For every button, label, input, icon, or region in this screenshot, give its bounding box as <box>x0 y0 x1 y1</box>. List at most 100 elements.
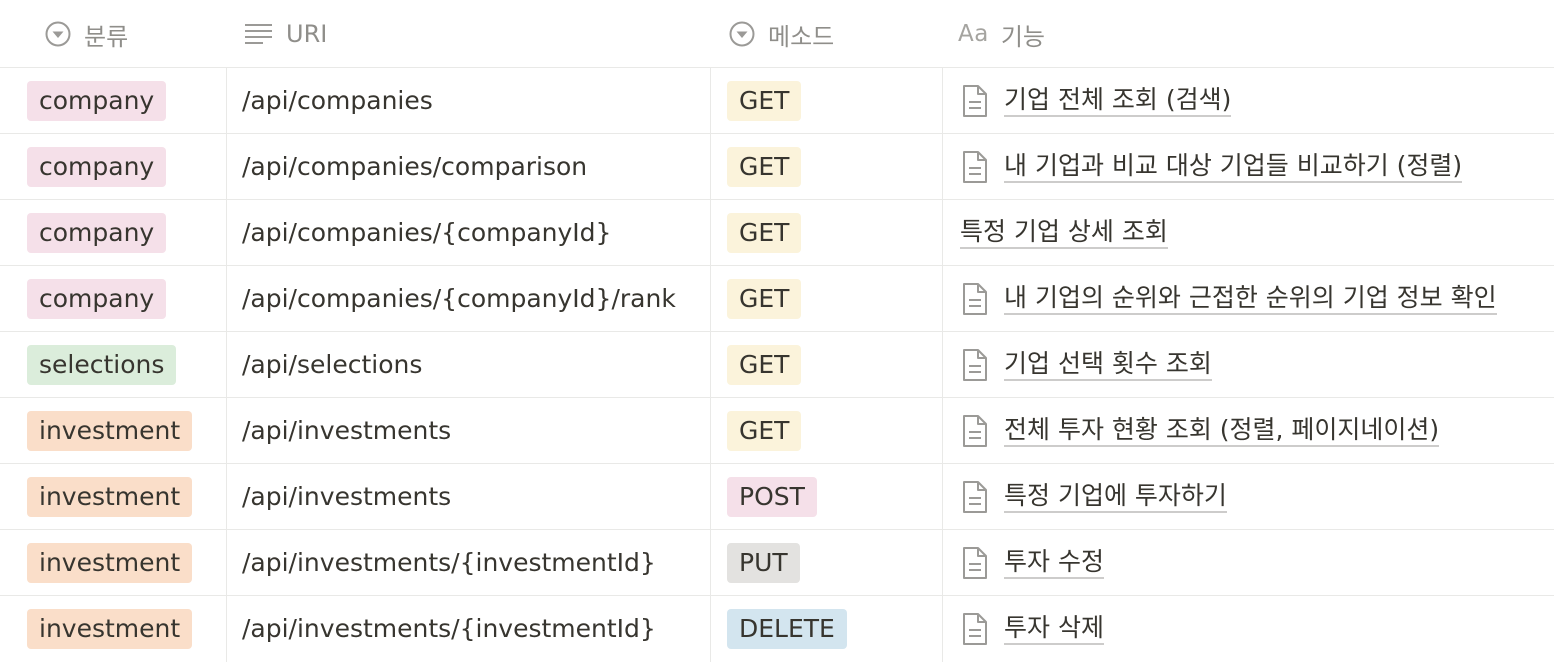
page-icon <box>963 84 987 117</box>
function-cell[interactable]: 특정 기업 상세 조회 <box>960 200 1168 265</box>
method-cell[interactable]: GET <box>727 134 802 199</box>
table-row[interactable]: company/api/companies/{companyId} GET 특정 기… <box>0 200 1554 266</box>
column-header-function-label: 기능 <box>1000 22 1045 51</box>
function-cell[interactable]: 내 기업과 비교 대상 기업들 비교하기 (정렬) <box>960 134 1463 199</box>
column-header-category[interactable]: 분류 <box>44 0 128 68</box>
uri-text: /api/investments <box>242 482 452 511</box>
category-cell[interactable]: selections <box>27 332 177 397</box>
method-tag: PUT <box>727 542 800 583</box>
uri-text: /api/companies/comparison <box>242 152 588 181</box>
select-icon <box>45 21 71 47</box>
function-page-link[interactable]: 내 기업의 순위와 근접한 순위의 기업 정보 확인 <box>1004 283 1497 315</box>
text-lines-icon <box>245 24 272 44</box>
function-page-link[interactable]: 기업 선택 횟수 조회 <box>1004 349 1212 381</box>
category-tag: investment <box>27 542 193 583</box>
method-tag: GET <box>727 344 802 385</box>
method-tag: GET <box>727 410 802 451</box>
function-page-link[interactable]: 특정 기업에 투자하기 <box>1004 481 1227 513</box>
page-icon <box>963 150 987 183</box>
uri-text: /api/companies <box>242 86 433 115</box>
page-icon <box>963 348 987 381</box>
category-cell[interactable]: company <box>27 134 167 199</box>
category-tag: investment <box>27 608 193 649</box>
table-row[interactable]: investment/api/investments/{investmentId… <box>0 530 1554 596</box>
method-tag: GET <box>727 146 802 187</box>
function-page-link[interactable]: 투자 삭제 <box>1004 613 1104 645</box>
uri-cell[interactable]: /api/investments <box>242 398 451 463</box>
method-tag: GET <box>727 212 802 253</box>
category-cell[interactable]: company <box>27 68 167 133</box>
uri-text: /api/investments/{investmentId} <box>242 548 656 577</box>
function-cell[interactable]: 내 기업의 순위와 근접한 순위의 기업 정보 확인 <box>960 266 1497 331</box>
function-cell[interactable]: 기업 전체 조회 (검색) <box>960 68 1232 133</box>
function-cell[interactable]: 투자 삭제 <box>960 596 1104 661</box>
function-cell[interactable]: 특정 기업에 투자하기 <box>960 464 1227 529</box>
category-tag: investment <box>27 476 193 517</box>
category-tag: company <box>27 80 167 121</box>
method-tag: DELETE <box>727 608 847 649</box>
function-cell[interactable]: 기업 선택 횟수 조회 <box>960 332 1212 397</box>
table-header: 분류 URI 메소드 Aa 기능 <box>0 0 1554 68</box>
uri-text: /api/companies/{companyId}/rank <box>242 284 676 313</box>
function-cell[interactable]: 투자 수정 <box>960 530 1104 595</box>
uri-cell[interactable]: /api/selections <box>242 332 422 397</box>
page-icon <box>963 612 987 645</box>
category-tag: company <box>27 212 167 253</box>
function-page-link[interactable]: 특정 기업 상세 조회 <box>960 217 1168 249</box>
method-cell[interactable]: GET <box>727 266 802 331</box>
uri-cell[interactable]: /api/investments/{investmentId} <box>242 596 656 661</box>
api-table: 분류 URI 메소드 Aa 기능 company/api/companies GE… <box>0 0 1554 662</box>
method-tag: GET <box>727 80 802 121</box>
column-header-function[interactable]: Aa 기능 <box>958 0 1045 68</box>
uri-text: /api/companies/{companyId} <box>242 218 612 247</box>
table-row[interactable]: company/api/companies/{companyId}/rank GE… <box>0 266 1554 332</box>
category-cell[interactable]: investment <box>27 464 193 529</box>
method-cell[interactable]: GET <box>727 332 802 397</box>
method-cell[interactable]: DELETE <box>727 596 847 661</box>
uri-text: /api/investments/{investmentId} <box>242 614 656 643</box>
category-tag: selections <box>27 344 177 385</box>
table-row[interactable]: company/api/companies GET 기업 전체 조회 (검색) <box>0 68 1554 134</box>
method-cell[interactable]: GET <box>727 200 802 265</box>
method-cell[interactable]: GET <box>727 68 802 133</box>
column-header-uri-label: URI <box>286 20 328 48</box>
uri-cell[interactable]: /api/companies/{companyId}/rank <box>242 266 676 331</box>
category-cell[interactable]: company <box>27 266 167 331</box>
function-page-link[interactable]: 투자 수정 <box>1004 547 1104 579</box>
category-tag: investment <box>27 410 193 451</box>
uri-cell[interactable]: /api/companies/{companyId} <box>242 200 611 265</box>
category-cell[interactable]: company <box>27 200 167 265</box>
table-row[interactable]: investment/api/investments GET 전체 투자 현황 조회… <box>0 398 1554 464</box>
method-tag: POST <box>727 476 817 517</box>
table-row[interactable]: investment/api/investments/{investmentId… <box>0 596 1554 662</box>
uri-text: /api/selections <box>242 350 423 379</box>
column-header-method-label: 메소드 <box>768 22 835 51</box>
title-property-icon: Aa <box>958 21 989 47</box>
page-icon <box>963 282 987 315</box>
category-tag: company <box>27 278 167 319</box>
function-page-link[interactable]: 기업 전체 조회 (검색) <box>1004 85 1232 117</box>
function-page-link[interactable]: 내 기업과 비교 대상 기업들 비교하기 (정렬) <box>1004 151 1463 183</box>
category-cell[interactable]: investment <box>27 398 193 463</box>
column-header-uri[interactable]: URI <box>244 0 327 68</box>
category-cell[interactable]: investment <box>27 596 193 661</box>
function-page-link[interactable]: 전체 투자 현황 조회 (정렬, 페이지네이션) <box>1004 415 1440 447</box>
page-icon <box>963 480 987 513</box>
method-cell[interactable]: PUT <box>727 530 800 595</box>
category-cell[interactable]: investment <box>27 530 193 595</box>
uri-cell[interactable]: /api/companies <box>242 68 433 133</box>
table-row[interactable]: investment/api/investments POST 특정 기업에 투자하… <box>0 464 1554 530</box>
uri-cell[interactable]: /api/companies/comparison <box>242 134 587 199</box>
category-tag: company <box>27 146 167 187</box>
uri-cell[interactable]: /api/investments/{investmentId} <box>242 530 656 595</box>
column-header-method[interactable]: 메소드 <box>728 0 834 68</box>
function-cell[interactable]: 전체 투자 현황 조회 (정렬, 페이지네이션) <box>960 398 1440 463</box>
table-row[interactable]: selections/api/selections GET 기업 선택 횟수 조회 <box>0 332 1554 398</box>
table-row[interactable]: company/api/companies/comparison GET 내 기업과… <box>0 134 1554 200</box>
uri-cell[interactable]: /api/investments <box>242 464 451 529</box>
select-icon <box>729 21 755 47</box>
page-icon <box>963 546 987 579</box>
method-cell[interactable]: GET <box>727 398 802 463</box>
method-tag: GET <box>727 278 802 319</box>
method-cell[interactable]: POST <box>727 464 817 529</box>
